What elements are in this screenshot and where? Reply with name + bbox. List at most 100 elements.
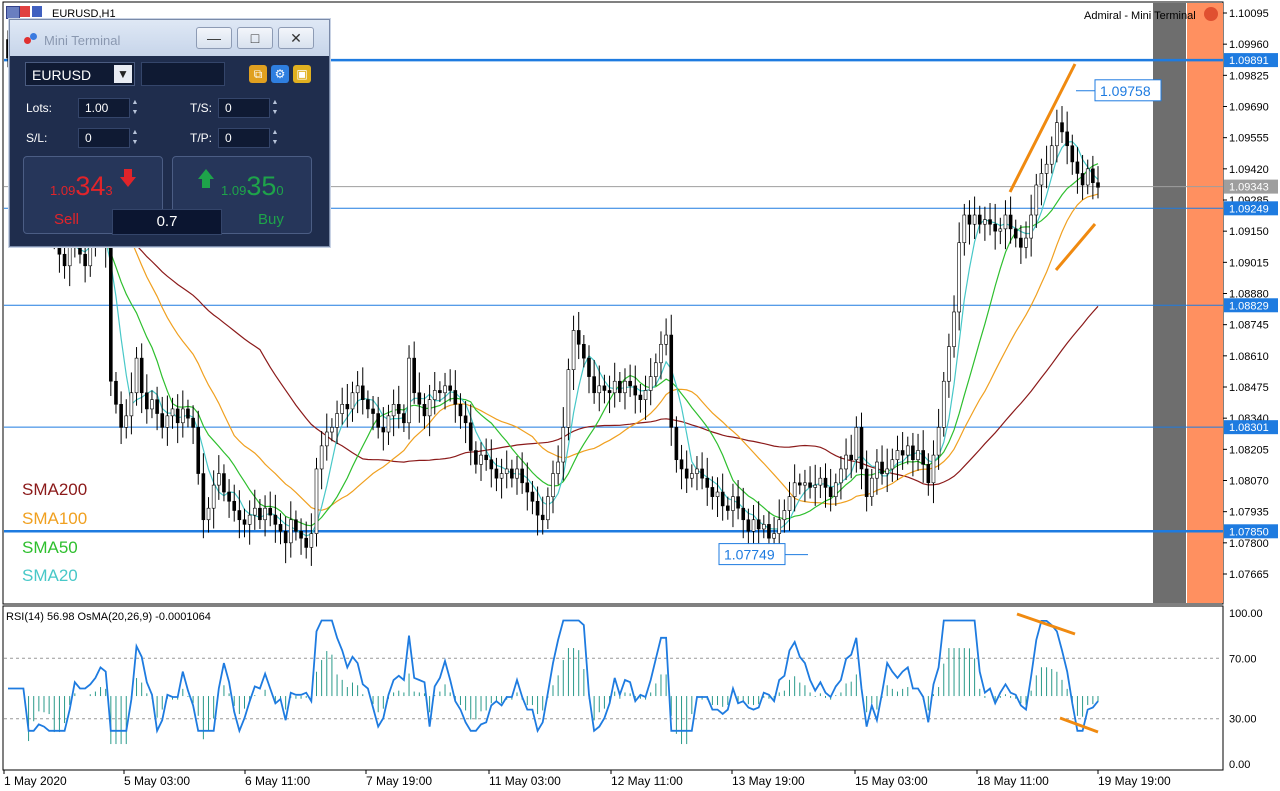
- candle-body: [150, 399, 154, 410]
- buy-price: 1.09350: [221, 171, 284, 201]
- symbol-select[interactable]: EURUSD ▼: [25, 62, 135, 86]
- lots-stepper[interactable]: ▲ ▼: [130, 98, 140, 118]
- candle-body: [1049, 145, 1054, 165]
- y-tick-label: 1.08475: [1229, 382, 1269, 394]
- sl-input[interactable]: 0: [78, 128, 130, 148]
- candle-body: [222, 473, 226, 493]
- candle-body: [396, 404, 401, 414]
- y-tick-label: 1.09960: [1229, 39, 1269, 51]
- ts-stepper[interactable]: ▲ ▼: [270, 98, 280, 118]
- level-tag-label: 1.09249: [1229, 203, 1269, 215]
- candle-body: [170, 408, 175, 417]
- sub-y-tick-label: 100.00: [1229, 608, 1263, 620]
- close-button[interactable]: ✕: [278, 27, 314, 49]
- candle-body: [839, 468, 843, 484]
- candle-body: [911, 445, 915, 461]
- candle-body: [366, 399, 370, 410]
- ts-input[interactable]: 0: [218, 98, 270, 118]
- candle-body: [597, 385, 602, 394]
- candle-body: [828, 487, 833, 497]
- mini-terminal[interactable]: Mini Terminal — □ ✕ EURUSD ▼ ⧉ ⚙ ▣ Lots:…: [9, 19, 330, 247]
- candle-body: [1039, 173, 1044, 186]
- sl-label: S/L:: [26, 131, 48, 145]
- candle-body: [252, 507, 257, 516]
- candle-body: [684, 468, 689, 479]
- candle-body: [1003, 214, 1008, 230]
- candle-body: [797, 482, 802, 486]
- chart-window-icon: [6, 6, 46, 19]
- broker-icon[interactable]: [1204, 7, 1218, 21]
- candle-body: [890, 459, 895, 470]
- candle-body: [926, 464, 931, 484]
- tp-stepper[interactable]: ▲ ▼: [270, 128, 280, 148]
- candle-body: [417, 392, 422, 405]
- candle-body: [340, 404, 344, 414]
- arrow-down-icon: [120, 177, 136, 187]
- y-tick-label: 1.09015: [1229, 257, 1269, 269]
- copy-icon[interactable]: ⧉: [249, 65, 267, 83]
- tp-label: T/P:: [190, 131, 213, 145]
- candle-body: [669, 334, 674, 428]
- candle-body: [1034, 184, 1039, 216]
- lots-input[interactable]: 1.00: [78, 98, 130, 118]
- candle-body: [875, 461, 879, 479]
- candle-body: [391, 404, 396, 417]
- chevron-down-icon[interactable]: ▼: [114, 65, 132, 83]
- candle-body: [443, 385, 447, 394]
- candle-body: [119, 404, 123, 428]
- x-tick-label: 5 May 03:00: [124, 774, 190, 788]
- candle-body: [556, 461, 560, 474]
- candle-body: [438, 390, 442, 394]
- candle-body: [278, 524, 283, 532]
- candle-body: [463, 415, 468, 424]
- candle-body: [242, 519, 247, 525]
- y-tick-label: 1.09690: [1229, 102, 1269, 114]
- y-tick-label: 1.07935: [1229, 507, 1269, 519]
- candle-body: [181, 408, 185, 424]
- candle-body: [582, 343, 586, 359]
- expand-icon[interactable]: ▣: [293, 65, 311, 83]
- candle-body: [510, 468, 514, 479]
- candle-body: [931, 454, 936, 484]
- candle-body: [448, 385, 452, 391]
- y-tick-label: 1.08205: [1229, 444, 1269, 456]
- terminal-titlebar[interactable]: Mini Terminal — □ ✕: [10, 20, 329, 56]
- candle-body: [530, 491, 535, 502]
- candle-body: [1029, 214, 1033, 239]
- candle-body: [474, 450, 478, 465]
- candle-body: [124, 415, 129, 428]
- candle-body: [952, 311, 956, 347]
- candle-body: [607, 390, 612, 394]
- candle-body: [618, 380, 622, 394]
- candle-body: [592, 376, 596, 394]
- gear-icon[interactable]: ⚙: [271, 65, 289, 83]
- candle-body: [705, 477, 710, 488]
- candle-body: [499, 473, 504, 479]
- candle-body: [227, 491, 231, 502]
- candle-body: [468, 422, 473, 451]
- candle-body: [664, 334, 668, 345]
- level-tag-label: 1.08829: [1229, 300, 1269, 312]
- y-tick-label: 1.08070: [1229, 476, 1269, 488]
- x-tick-label: 11 May 03:00: [489, 774, 561, 788]
- candle-body: [864, 468, 869, 497]
- minimize-button[interactable]: —: [196, 27, 232, 49]
- sl-stepper[interactable]: ▲ ▼: [130, 128, 140, 148]
- candle-body: [998, 228, 1003, 232]
- candle-body: [767, 524, 771, 539]
- candle-body: [977, 214, 982, 225]
- candle-body: [355, 385, 360, 394]
- subwindow-label: RSI(14) 56.98 OsMA(20,26,9) -0.0001064: [6, 611, 211, 623]
- tp-input[interactable]: 0: [218, 128, 270, 148]
- candle-body: [900, 450, 905, 456]
- sell-label: Sell: [54, 211, 80, 228]
- maximize-button[interactable]: □: [237, 27, 273, 49]
- candle-body: [206, 507, 211, 521]
- candle-body: [504, 468, 509, 474]
- candle-body: [479, 454, 483, 465]
- candle-body: [648, 376, 653, 391]
- arrow-up-stem: [202, 179, 210, 188]
- y-tick-label: 1.09825: [1229, 70, 1269, 82]
- candle-body: [633, 385, 638, 396]
- level-tag-label: 1.09891: [1229, 55, 1269, 67]
